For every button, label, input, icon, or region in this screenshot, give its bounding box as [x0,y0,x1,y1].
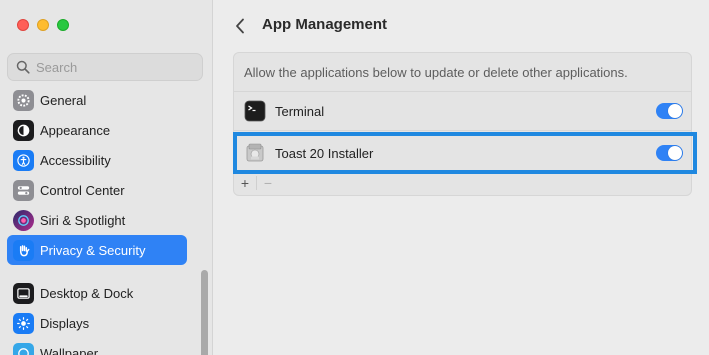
window-controls [17,19,69,31]
sidebar-item-label: Control Center [40,182,125,198]
app-name: Terminal [275,103,325,119]
sidebar-item-label: Desktop & Dock [40,285,134,301]
app-name: Toast 20 Installer [275,145,374,161]
chevron-left-icon [236,18,244,34]
siri-icon [13,209,34,231]
panel-description: Allow the applications below to update o… [244,65,628,80]
appearance-icon [13,119,34,141]
gear-icon [13,89,34,111]
dock-icon [13,282,34,304]
terminal-toggle[interactable] [656,103,683,119]
sidebar-item-label: Accessibility [40,152,111,168]
row-divider [234,130,691,131]
sidebar-item-control-center[interactable]: Control Center [7,175,187,205]
sidebar-item-wallpaper[interactable]: Wallpaper [7,338,187,355]
sidebar-scrollbar[interactable] [201,270,208,355]
displays-icon [13,312,34,334]
back-button[interactable] [232,15,248,37]
installer-icon [244,142,266,164]
main-content: App Management Allow the applications be… [214,0,709,355]
sidebar-item-label: Privacy & Security [40,242,146,258]
sidebar-item-label: General [40,92,87,108]
add-button[interactable]: + [234,174,256,192]
app-row-toast-installer[interactable]: Toast 20 Installer [234,134,691,172]
sidebar-item-label: Displays [40,315,90,331]
wallpaper-icon [13,342,34,355]
zoom-window-button[interactable] [57,19,69,31]
sidebar-item-accessibility[interactable]: Accessibility [7,145,187,175]
toast-installer-toggle[interactable] [656,145,683,161]
close-window-button[interactable] [17,19,29,31]
control-center-icon [13,179,34,201]
sidebar-item-siri-spotlight[interactable]: Siri & Spotlight [7,205,187,235]
sidebar: General Appearance Accessibility Control… [0,0,213,355]
remove-button[interactable]: − [257,174,279,192]
sidebar-item-label: Siri & Spotlight [40,212,126,228]
minimize-window-button[interactable] [37,19,49,31]
accessibility-icon [13,149,34,171]
sidebar-item-privacy-security[interactable]: Privacy & Security [7,235,187,265]
sidebar-list: General Appearance Accessibility Control… [7,85,187,355]
page-title: App Management [262,16,388,33]
search-input[interactable] [36,59,196,75]
hand-icon [13,239,34,261]
sidebar-item-general[interactable]: General [7,85,187,115]
sidebar-item-label: Wallpaper [40,345,99,355]
app-management-panel: Allow the applications below to update o… [233,52,692,196]
search-field[interactable] [7,53,203,81]
app-row-terminal[interactable]: Terminal [234,92,691,130]
terminal-icon [244,100,266,122]
sidebar-item-label: Appearance [40,122,111,138]
sidebar-item-displays[interactable]: Displays [7,308,187,338]
sidebar-item-desktop-dock[interactable]: Desktop & Dock [7,278,187,308]
search-icon [16,60,30,74]
sidebar-item-appearance[interactable]: Appearance [7,115,187,145]
add-remove-bar: + − [234,171,691,195]
